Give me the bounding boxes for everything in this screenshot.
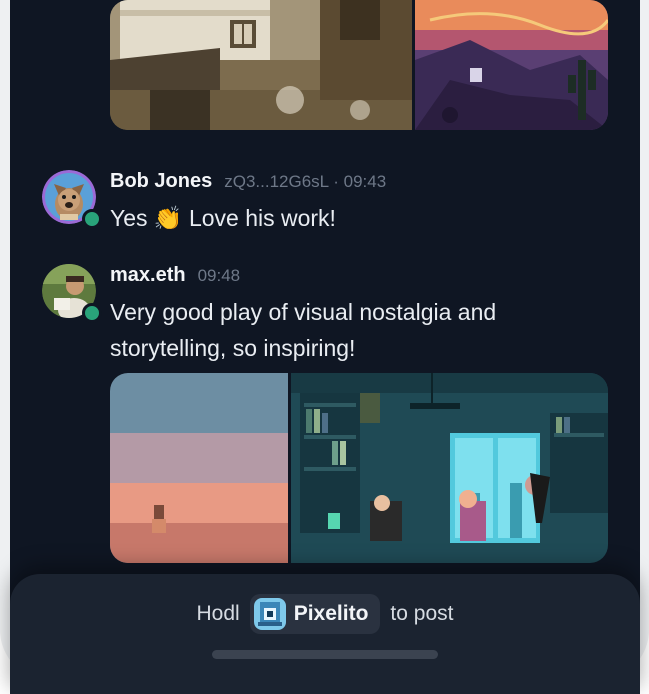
post-gate-suffix: to post	[390, 602, 454, 625]
message-text: Very good play of visual nostalgia and s…	[110, 299, 497, 361]
message-header: Bob Jones zQ3...12G6sL · 09:43	[110, 170, 386, 193]
author-name[interactable]: Bob Jones	[110, 170, 212, 192]
message-header: max.eth 09:48	[110, 264, 240, 287]
online-status-dot	[82, 209, 102, 229]
author-name[interactable]: max.eth	[110, 264, 186, 286]
message-meta: 09:48	[197, 266, 241, 285]
pixelito-logo-icon	[253, 598, 286, 630]
message-text: Yes 👏 Love his work!	[110, 205, 336, 231]
post-gate-prefix: Hodl	[196, 602, 240, 625]
online-status-dot	[82, 303, 102, 323]
home-indicator[interactable]	[212, 650, 438, 659]
post-gate-row: Hodl Pixelito to post	[10, 594, 640, 634]
message-image-bottom[interactable]	[110, 373, 608, 563]
chat-screen: Bob Jones zQ3...12G6sL · 09:43 Yes 👏 Love…	[10, 0, 640, 672]
message-meta: zQ3...12G6sL · 09:43	[224, 172, 387, 191]
post-gate-bar: Hodl Pixelito to post	[10, 574, 640, 694]
token-chip[interactable]: Pixelito	[249, 594, 381, 634]
pixel-art-images-top	[110, 0, 608, 130]
message-image-top[interactable]	[110, 0, 608, 130]
token-name: Pixelito	[293, 602, 369, 625]
pixel-art-images-bottom	[110, 373, 608, 563]
